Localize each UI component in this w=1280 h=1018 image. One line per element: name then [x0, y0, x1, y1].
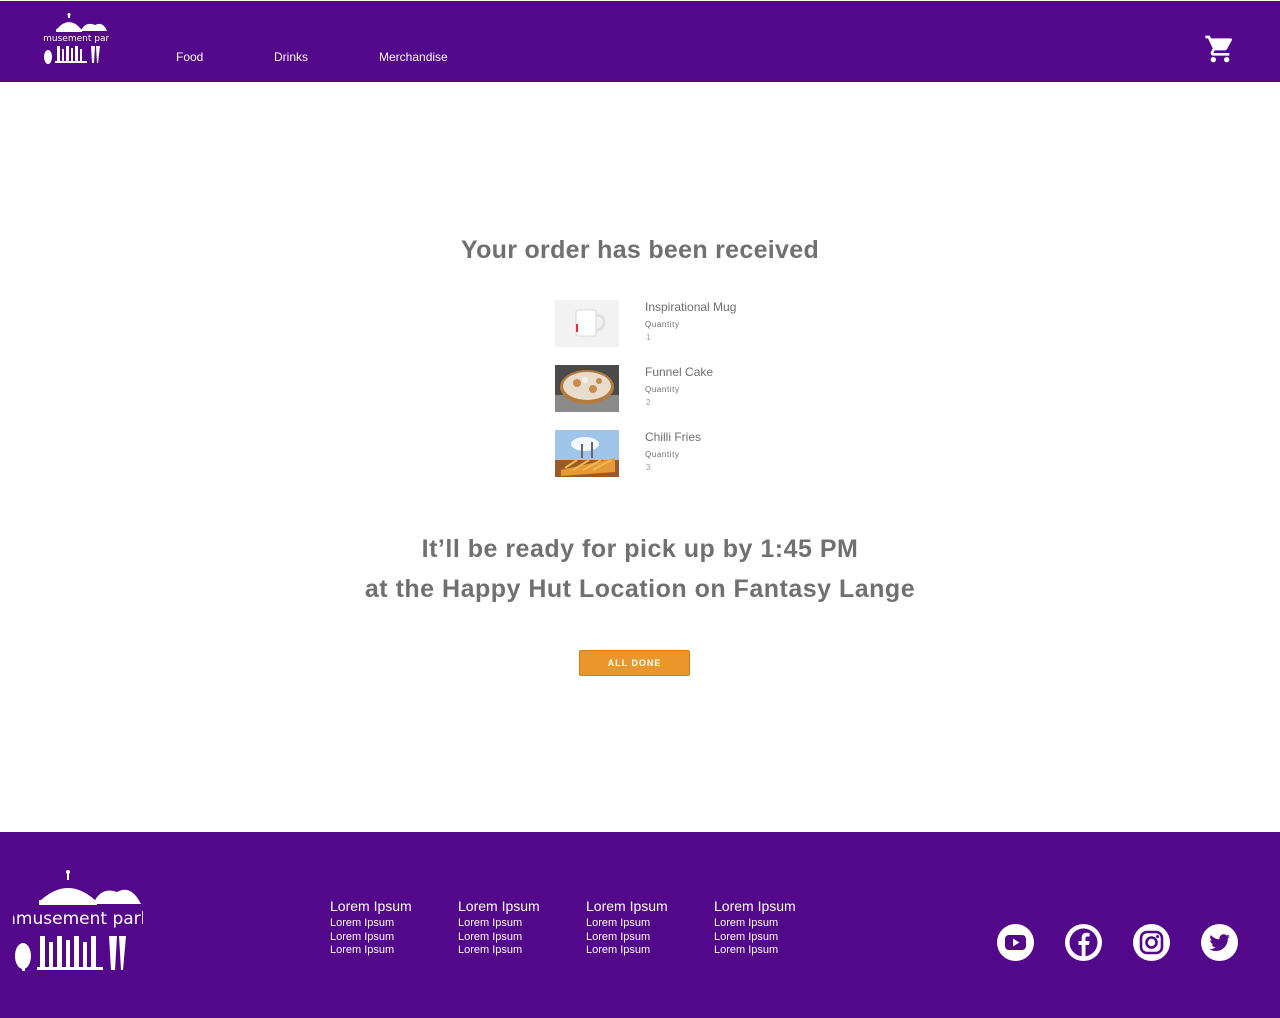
order-confirmation-title: Your order has been received: [460, 236, 820, 264]
footer-link[interactable]: Lorem Ipsum: [458, 917, 540, 931]
footer-column-heading: Lorem Ipsum: [714, 898, 796, 914]
order-item: Chilli Fries Quantity 3: [555, 430, 815, 478]
footer-column-heading: Lorem Ipsum: [458, 898, 540, 914]
footer-link[interactable]: Lorem Ipsum: [586, 917, 668, 931]
chilli-fries-image: [555, 430, 619, 477]
logo-wordmark: amusement park: [43, 34, 109, 44]
footer-link[interactable]: Lorem Ipsum: [586, 944, 668, 958]
footer-link[interactable]: Lorem Ipsum: [458, 944, 540, 958]
quantity-label: Quantity: [645, 450, 680, 459]
all-done-button[interactable]: ALL DONE: [579, 650, 690, 676]
order-item: Funnel Cake Quantity 2: [555, 365, 815, 413]
amusement-park-logo[interactable]: amusement park: [43, 13, 109, 65]
youtube-icon[interactable]: [997, 924, 1034, 961]
site-header: amusement park Food Drinks Merchandise: [0, 0, 1280, 82]
footer-link[interactable]: Lorem Ipsum: [714, 931, 796, 945]
pickup-location-text: at the Happy Hut Location on Fantasy Lan…: [364, 575, 916, 603]
footer-column: Lorem Ipsum Lorem Ipsum Lorem Ipsum Lore…: [330, 898, 412, 958]
site-footer: amusement park Lorem Ipsum Lorem Ipsum L…: [0, 832, 1280, 1018]
order-item: Inspirational Mug Quantity 1: [555, 300, 815, 348]
item-name: Chilli Fries: [645, 430, 702, 444]
footer-link[interactable]: Lorem Ipsum: [458, 931, 540, 945]
item-name: Funnel Cake: [645, 365, 714, 379]
shopping-cart-icon[interactable]: [1203, 33, 1237, 65]
footer-column: Lorem Ipsum Lorem Ipsum Lorem Ipsum Lore…: [586, 898, 668, 958]
footer-link[interactable]: Lorem Ipsum: [330, 917, 412, 931]
footer-link[interactable]: Lorem Ipsum: [330, 944, 412, 958]
footer-column: Lorem Ipsum Lorem Ipsum Lorem Ipsum Lore…: [458, 898, 540, 958]
pickup-time-text: It’ll be ready for pick up by 1:45 PM: [421, 535, 859, 563]
amusement-park-logo[interactable]: amusement park: [13, 870, 143, 972]
item-name: Inspirational Mug: [645, 300, 737, 314]
quantity-label: Quantity: [645, 320, 680, 329]
footer-link[interactable]: Lorem Ipsum: [330, 931, 412, 945]
footer-link[interactable]: Lorem Ipsum: [714, 944, 796, 958]
mug-image: [555, 300, 619, 347]
twitter-icon[interactable]: [1201, 924, 1238, 961]
footer-link[interactable]: Lorem Ipsum: [586, 931, 668, 945]
funnel-cake-image: [555, 365, 619, 412]
facebook-icon[interactable]: [1065, 924, 1102, 961]
footer-column: Lorem Ipsum Lorem Ipsum Lorem Ipsum Lore…: [714, 898, 796, 958]
footer-column-heading: Lorem Ipsum: [330, 898, 412, 914]
nav-drinks[interactable]: Drinks: [274, 50, 308, 64]
quantity-value: 3: [646, 463, 651, 472]
footer-column-heading: Lorem Ipsum: [586, 898, 668, 914]
quantity-value: 2: [646, 398, 651, 407]
instagram-icon[interactable]: [1133, 924, 1170, 961]
nav-food[interactable]: Food: [176, 50, 203, 64]
quantity-label: Quantity: [645, 385, 680, 394]
quantity-value: 1: [646, 333, 651, 342]
footer-link[interactable]: Lorem Ipsum: [714, 917, 796, 931]
nav-merchandise[interactable]: Merchandise: [379, 50, 448, 64]
logo-wordmark: amusement park: [13, 909, 143, 929]
